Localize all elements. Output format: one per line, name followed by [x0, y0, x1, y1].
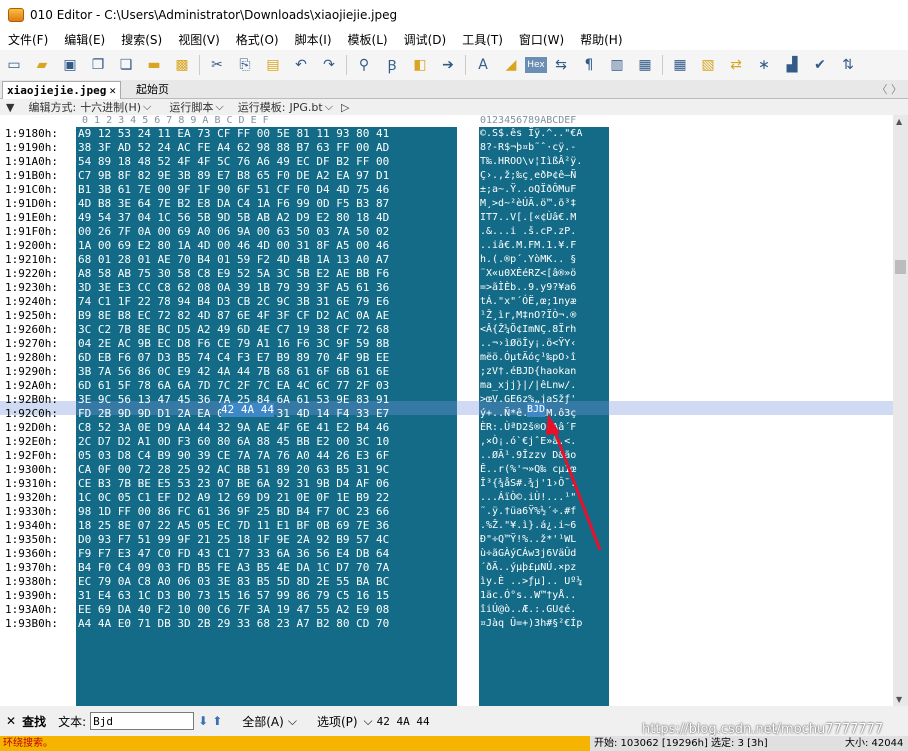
calculator-icon[interactable]: ▦ — [671, 56, 689, 74]
check-icon[interactable]: ✔ — [811, 56, 829, 74]
font-icon[interactable]: A — [474, 56, 492, 74]
status-file-size: 大小: 42044 — [845, 738, 904, 749]
chevron-down-icon[interactable]: ⌵ — [143, 100, 151, 114]
checksum-icon[interactable]: ∗ — [755, 56, 773, 74]
run-script-dropdown[interactable]: 运行脚本 — [169, 99, 213, 115]
save-as-icon[interactable]: ❐ — [89, 56, 107, 74]
find-result-hex: 42 4A 44 — [376, 714, 430, 728]
clipboard-icon[interactable]: ▧ — [699, 56, 717, 74]
goto-icon[interactable]: ➔ — [439, 56, 457, 74]
menu-window[interactable]: 窗口(W) — [511, 30, 572, 50]
paste-icon[interactable]: ▤ — [264, 56, 282, 74]
save-icon[interactable]: ▣ — [61, 56, 79, 74]
chevron-down-icon[interactable]: ⌵ — [215, 100, 223, 114]
vertical-scrollbar[interactable]: ▲ ▼ — [893, 115, 908, 706]
editor-options-bar: ▼ 编辑方式: 十六进制(H) ⌵ 运行脚本 ⌵ 运行模板: JPG.bt ⌵ … — [0, 99, 908, 115]
window-title: 010 Editor - C:\Users\Administrator\Down… — [30, 8, 398, 22]
chevron-down-icon[interactable]: ⌵ — [288, 714, 297, 729]
redo-icon[interactable]: ↷ — [320, 56, 338, 74]
copy-icon[interactable]: ⎘ — [236, 56, 254, 74]
close-icon[interactable]: ✕ — [109, 82, 116, 99]
run-template-dropdown[interactable]: JPG.bt — [289, 101, 322, 114]
status-bar: 环绕搜索。 开始: 103062 [19296h] 选定: 3 [3h] 大小:… — [0, 736, 908, 751]
hex-editor[interactable]: 0 1 2 3 4 5 6 7 8 9 A B C D E F 01234567… — [0, 115, 893, 706]
tab-start-page[interactable]: 起始页 — [136, 82, 169, 97]
menu-tools[interactable]: 工具(T) — [454, 30, 511, 50]
toolbar: ▭ ▰ ▣ ❐ ❏ ▬ ▩ ✂ ⎘ ▤ ↶ ↷ ⚲ Ꞵ ◧ ➔ A ◢ Hex … — [0, 50, 908, 80]
play-icon[interactable]: ▷ — [341, 101, 349, 114]
find-text-label: 文本: — [58, 714, 87, 729]
menu-bar: 文件(F) 编辑(E) 搜索(S) 视图(V) 格式(O) 脚本(I) 模板(L… — [0, 30, 908, 50]
columns-icon[interactable]: ▥ — [608, 56, 626, 74]
scrollbar-thumb[interactable] — [895, 260, 906, 274]
tab-scroll-arrows-icon[interactable]: 〈 〉 — [877, 81, 903, 97]
file-tab-bar: xiaojiejie.jpeg ✕ 起始页 〈 〉 — [0, 80, 908, 99]
find-previous-icon[interactable]: ⬇ — [198, 714, 208, 728]
hex-mode-button[interactable]: Hex — [525, 57, 547, 73]
binary-icon[interactable]: ▦ — [636, 56, 654, 74]
find-in-files-icon[interactable]: ◧ — [411, 56, 429, 74]
find-all-button[interactable]: 全部(A) — [242, 713, 284, 730]
save-all-icon[interactable]: ❏ — [117, 56, 135, 74]
watermark: https://blog.csdn.net/mochu7777777 — [642, 722, 884, 737]
find-close-icon[interactable]: ✕ — [6, 714, 16, 728]
find-options-button[interactable]: 选项(P) — [317, 713, 358, 730]
open-folder-icon[interactable]: ▰ — [33, 56, 51, 74]
edit-mode-dropdown[interactable]: 十六进制(H) — [80, 99, 141, 115]
collapse-icon[interactable]: ▼ — [6, 101, 14, 114]
status-position: 开始: 103062 [19296h] 选定: 3 [3h] — [594, 738, 768, 749]
close-file-icon[interactable]: ▬ — [145, 56, 163, 74]
edit-mode-label: 编辑方式: — [28, 101, 77, 114]
chevron-down-icon[interactable]: ⌵ — [325, 100, 333, 114]
toolbar-separator — [346, 55, 347, 75]
tab-label: xiaojiejie.jpeg — [7, 84, 107, 97]
menu-search[interactable]: 搜索(S) — [113, 30, 170, 50]
title-bar: 010 Editor - C:\Users\Administrator\Down… — [0, 0, 908, 30]
menu-templates[interactable]: 模板(L) — [340, 30, 396, 50]
find-input[interactable] — [90, 712, 195, 730]
show-whitespace-icon[interactable]: ¶ — [580, 56, 598, 74]
toolbar-separator — [465, 55, 466, 75]
toolbar-separator — [662, 55, 663, 75]
new-file-icon[interactable]: ▭ — [5, 56, 23, 74]
menu-edit[interactable]: 编辑(E) — [56, 30, 113, 50]
histogram-icon[interactable]: ▟ — [783, 56, 801, 74]
base-converter-icon[interactable]: ⇅ — [839, 56, 857, 74]
menu-help[interactable]: 帮助(H) — [572, 30, 630, 50]
menu-file[interactable]: 文件(F) — [0, 30, 56, 50]
workspace-icon[interactable]: ▩ — [173, 56, 191, 74]
word-wrap-icon[interactable]: ⇆ — [552, 56, 570, 74]
menu-debug[interactable]: 调试(D) — [396, 30, 455, 50]
tab-xiaojiejie-jpeg[interactable]: xiaojiejie.jpeg ✕ — [2, 81, 121, 99]
scroll-down-icon[interactable]: ▼ — [896, 695, 902, 704]
red-arrow-annotation — [546, 414, 602, 551]
find-next-icon[interactable]: ⬆ — [212, 714, 222, 728]
scroll-up-icon[interactable]: ▲ — [896, 117, 902, 126]
chevron-down-icon[interactable]: ⌵ — [364, 714, 373, 729]
menu-view[interactable]: 视图(V) — [170, 30, 228, 50]
menu-format[interactable]: 格式(O) — [228, 30, 287, 50]
find-icon[interactable]: ⚲ — [355, 56, 373, 74]
toolbar-separator — [199, 55, 200, 75]
menu-scripts[interactable]: 脚本(I) — [287, 30, 340, 50]
app-logo-icon — [8, 8, 24, 22]
status-message: 环绕搜索。 — [0, 736, 590, 751]
undo-icon[interactable]: ↶ — [292, 56, 310, 74]
find-label: 查找 — [22, 714, 47, 729]
highlight-icon[interactable]: ◢ — [502, 56, 520, 74]
compare-icon[interactable]: ⇄ — [727, 56, 745, 74]
replace-icon[interactable]: Ꞵ — [383, 56, 401, 74]
cut-icon[interactable]: ✂ — [208, 56, 226, 74]
run-template-label: 运行模板: — [237, 101, 286, 114]
